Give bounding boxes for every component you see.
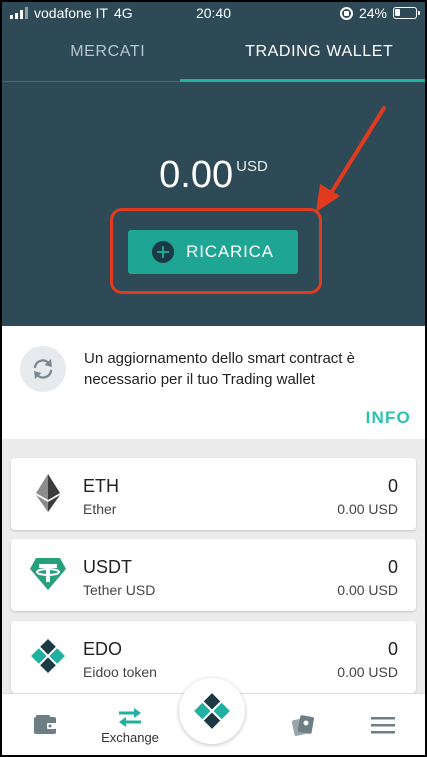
app-screen: vodafone IT 4G 20:40 24% MERCATI TRADING… xyxy=(2,2,425,755)
token-symbol: USDT xyxy=(83,557,132,577)
cards-icon xyxy=(291,715,314,736)
orientation-lock-icon xyxy=(339,6,353,20)
sync-icon xyxy=(20,346,66,392)
smart-contract-notice: Un aggiornamento dello smart contract è … xyxy=(2,326,425,439)
eidoo-icon xyxy=(29,637,67,675)
nav-cards[interactable] xyxy=(280,694,326,755)
token-usd-value: 0.00 USD xyxy=(337,664,398,680)
battery-percent: 24% xyxy=(358,5,387,21)
token-symbol: ETH xyxy=(83,476,119,496)
battery-icon xyxy=(393,7,420,19)
nav-wallet[interactable] xyxy=(22,694,68,755)
token-name: Eidoo token xyxy=(83,664,157,680)
nav-exchange[interactable]: Exchange xyxy=(90,694,170,755)
menu-icon xyxy=(371,717,395,734)
ethereum-icon xyxy=(29,474,67,512)
token-usd-value: 0.00 USD xyxy=(337,501,398,517)
token-card-usdt[interactable]: USDT Tether USD 0 0.00 USD xyxy=(11,539,416,611)
token-card-eth[interactable]: ETH Ether 0 0.00 USD xyxy=(11,458,416,530)
token-name: Ether xyxy=(83,501,117,517)
notice-message: Un aggiornamento dello smart contract è … xyxy=(84,350,355,388)
token-symbol: EDO xyxy=(83,639,123,659)
token-amount: 0 xyxy=(387,476,398,496)
nav-menu[interactable] xyxy=(360,694,406,755)
exchange-arrows-icon xyxy=(119,707,141,727)
nav-exchange-label: Exchange xyxy=(101,729,159,745)
token-amount: 0 xyxy=(387,557,398,577)
eidoo-logo-icon xyxy=(194,693,230,729)
tether-icon xyxy=(29,555,67,593)
token-amount: 0 xyxy=(387,639,398,659)
center-eidoo-button[interactable] xyxy=(179,678,245,744)
annotation-arrow-icon xyxy=(316,106,386,212)
status-bar: vodafone IT 4G 20:40 24% xyxy=(2,2,425,26)
token-name: Tether USD xyxy=(83,582,156,598)
token-usd-value: 0.00 USD xyxy=(337,582,398,598)
info-link[interactable]: INFO xyxy=(366,408,411,428)
battery-level xyxy=(395,9,400,16)
wallet-header: MERCATI TRADING WALLET 0.00 USD RICARICA xyxy=(2,26,425,326)
wallet-icon xyxy=(34,715,56,734)
